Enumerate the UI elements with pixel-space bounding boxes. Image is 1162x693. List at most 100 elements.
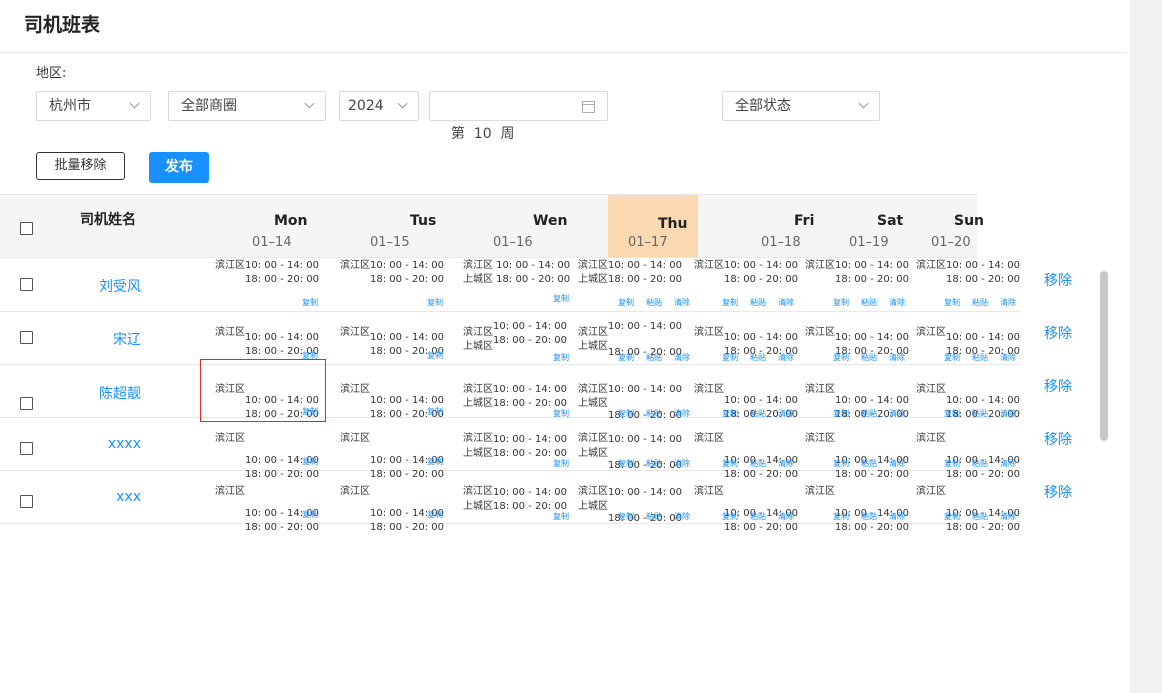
batch-remove-button[interactable]: 批量移除	[36, 152, 125, 180]
remove-link[interactable]: 移除	[1044, 482, 1072, 502]
paste-link[interactable]: 粘贴	[972, 459, 988, 468]
copy-link[interactable]: 复制	[833, 459, 849, 468]
city-select[interactable]: 杭州市	[36, 91, 151, 121]
copy-link[interactable]: 复制	[944, 459, 960, 468]
row-checkbox[interactable]	[20, 278, 33, 291]
paste-link[interactable]: 粘贴	[646, 459, 662, 468]
district-label: 滨江区	[916, 384, 946, 395]
row-checkbox[interactable]	[20, 495, 33, 508]
slot-line: 18: 00 - 20: 00	[608, 274, 682, 285]
clear-link[interactable]: 清除	[889, 353, 905, 362]
paste-link[interactable]: 粘贴	[750, 353, 766, 362]
copy-link[interactable]: 复制	[833, 353, 849, 362]
copy-link[interactable]: 复制	[722, 459, 738, 468]
copy-link[interactable]: 复制	[302, 457, 318, 466]
clear-link[interactable]: 清除	[1000, 459, 1016, 468]
copy-link[interactable]: 复制	[553, 512, 569, 521]
paste-link[interactable]: 粘贴	[861, 298, 877, 307]
week-picker[interactable]: 第 10 周	[429, 91, 608, 142]
copy-link[interactable]: 复制	[618, 353, 634, 362]
copy-link[interactable]: 复制	[944, 353, 960, 362]
driver-name-link[interactable]: 刘受风	[99, 276, 141, 296]
driver-name-link[interactable]: 陈超靓	[99, 383, 141, 403]
slot-line: 18: 00 - 20: 00	[946, 274, 1020, 285]
driver-name-link[interactable]: 宋辽	[113, 329, 141, 349]
copy-link[interactable]: 复制	[722, 298, 738, 307]
district-label: 滨江区	[340, 384, 370, 395]
clear-link[interactable]: 清除	[674, 298, 690, 307]
copy-link[interactable]: 复制	[302, 298, 318, 307]
copy-link[interactable]: 复制	[553, 294, 569, 303]
row-checkbox[interactable]	[20, 397, 33, 410]
copy-link[interactable]: 复制	[553, 459, 569, 468]
date-header-mon: 01–14	[252, 235, 292, 250]
clear-link[interactable]: 清除	[889, 298, 905, 307]
page-scrollbar-track[interactable]	[1130, 0, 1162, 693]
clear-link[interactable]: 清除	[889, 459, 905, 468]
status-select[interactable]: 全部状态	[722, 91, 880, 121]
clear-link[interactable]: 清除	[674, 353, 690, 362]
select-all-checkbox[interactable]	[20, 222, 33, 235]
slot-line: 10: 00 - 14: 00	[835, 395, 909, 406]
clear-link[interactable]: 清除	[674, 512, 690, 521]
year-select[interactable]: 2024	[339, 91, 419, 121]
copy-link[interactable]: 复制	[553, 353, 569, 362]
copy-link[interactable]: 复制	[618, 298, 634, 307]
paste-link[interactable]: 粘贴	[972, 353, 988, 362]
day-header-tue: Tus	[410, 213, 437, 229]
date-header-sun: 01–20	[931, 235, 971, 250]
copy-link[interactable]: 复制	[944, 298, 960, 307]
clear-link[interactable]: 清除	[778, 298, 794, 307]
clear-link[interactable]: 清除	[1000, 512, 1016, 521]
clear-link[interactable]: 清除	[778, 353, 794, 362]
paste-link[interactable]: 粘贴	[861, 512, 877, 521]
clear-link[interactable]: 清除	[778, 512, 794, 521]
remove-link[interactable]: 移除	[1044, 376, 1072, 396]
copy-link[interactable]: 复制	[427, 298, 443, 307]
row-checkbox[interactable]	[20, 442, 33, 455]
paste-link[interactable]: 粘贴	[646, 512, 662, 521]
slot-line: 上城区 18: 00 - 20: 00	[463, 274, 571, 285]
paste-link[interactable]: 粘贴	[750, 459, 766, 468]
copy-link[interactable]: 复制	[722, 512, 738, 521]
table-scrollbar-thumb[interactable]	[1100, 271, 1108, 441]
remove-link[interactable]: 移除	[1044, 270, 1072, 290]
copy-link[interactable]: 复制	[302, 510, 318, 519]
day-header-sat: Sat	[877, 213, 904, 229]
slot-line: 18: 00 - 20: 00	[724, 522, 798, 533]
slot-line: 10: 00 - 14: 00	[370, 332, 444, 343]
copy-link[interactable]: 复制	[944, 512, 960, 521]
copy-link[interactable]: 复制	[833, 512, 849, 521]
copy-link[interactable]: 复制	[427, 510, 443, 519]
slot-line: 滨江区10: 00 - 14: 00	[916, 260, 1020, 271]
driver-name-header: 司机姓名	[80, 212, 136, 228]
paste-link[interactable]: 粘贴	[861, 459, 877, 468]
publish-button[interactable]: 发布	[149, 152, 209, 183]
copy-link[interactable]: 复制	[427, 407, 443, 416]
paste-link[interactable]: 粘贴	[972, 512, 988, 521]
driver-name-link[interactable]: xxxx	[108, 436, 141, 452]
copy-link[interactable]: 复制	[833, 298, 849, 307]
paste-link[interactable]: 粘贴	[972, 298, 988, 307]
paste-link[interactable]: 粘贴	[646, 353, 662, 362]
clear-link[interactable]: 清除	[674, 459, 690, 468]
copy-link[interactable]: 复制	[618, 459, 634, 468]
clear-link[interactable]: 清除	[889, 512, 905, 521]
paste-link[interactable]: 粘贴	[861, 353, 877, 362]
business-area-select[interactable]: 全部商圈	[168, 91, 326, 121]
slot-line: 10: 00 - 14: 00	[493, 434, 567, 445]
copy-link[interactable]: 复制	[427, 457, 443, 466]
copy-link[interactable]: 复制	[722, 353, 738, 362]
paste-link[interactable]: 粘贴	[750, 512, 766, 521]
paste-link[interactable]: 粘贴	[646, 298, 662, 307]
row-checkbox[interactable]	[20, 331, 33, 344]
clear-link[interactable]: 清除	[1000, 353, 1016, 362]
copy-link[interactable]: 复制	[618, 512, 634, 521]
paste-link[interactable]: 粘贴	[750, 298, 766, 307]
remove-link[interactable]: 移除	[1044, 323, 1072, 343]
clear-link[interactable]: 清除	[1000, 298, 1016, 307]
copy-link[interactable]: 复制	[427, 351, 443, 360]
clear-link[interactable]: 清除	[778, 459, 794, 468]
driver-name-link[interactable]: xxx	[116, 489, 141, 505]
remove-link[interactable]: 移除	[1044, 429, 1072, 449]
